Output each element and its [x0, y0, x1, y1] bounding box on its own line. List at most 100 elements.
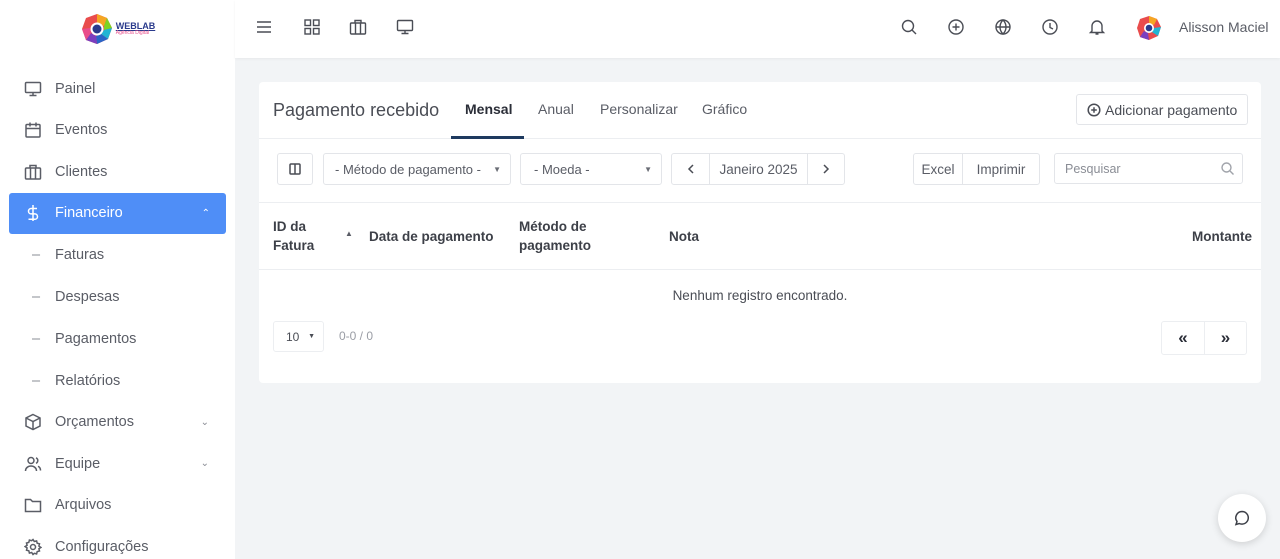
sidebar-item-eventos[interactable]: Eventos: [0, 110, 235, 152]
sidebar-item-label: Configurações: [55, 538, 149, 555]
chevron-up-icon: ⌃: [201, 207, 210, 219]
sidebar-item-financeiro[interactable]: Financeiro ⌃: [9, 192, 226, 234]
sidebar-item-label: Arquivos: [55, 497, 112, 514]
user-avatar[interactable]: [1136, 15, 1162, 41]
sidebar-subitem-despesas[interactable]: – Despesas: [0, 276, 235, 318]
col-payment-method-line1: Método de: [519, 219, 587, 234]
topbar: Alisson Maciel: [235, 0, 1280, 58]
dash-marker: –: [32, 288, 41, 305]
col-payment-date[interactable]: Data de pagamento: [369, 227, 494, 246]
tab-mensal[interactable]: Mensal: [465, 101, 512, 117]
sidebar: WEBLAB Agência Digital Painel Eventos Cl…: [0, 0, 235, 559]
sidebar-item-configuracoes[interactable]: Configurações: [0, 526, 235, 559]
page-size-select[interactable]: 10 ▼: [273, 321, 324, 352]
briefcase-icon: [24, 163, 42, 181]
sidebar-item-label: Financeiro: [55, 205, 123, 221]
briefcase-icon[interactable]: [348, 17, 368, 37]
grid-icon[interactable]: [302, 17, 322, 37]
sidebar-subitem-label: Despesas: [55, 288, 120, 305]
dash-marker: –: [32, 330, 41, 347]
page-title: Pagamento recebido: [273, 100, 440, 120]
sidebar-item-painel[interactable]: Painel: [0, 68, 235, 110]
calendar-icon: [24, 121, 42, 139]
sidebar-item-label: Painel: [55, 80, 96, 97]
print-button[interactable]: Imprimir: [962, 154, 1039, 184]
next-month-button[interactable]: [807, 154, 844, 184]
prev-month-button[interactable]: [672, 154, 709, 184]
logo-mark-icon: [80, 12, 114, 46]
sidebar-subitem-faturas[interactable]: – Faturas: [0, 234, 235, 276]
sidebar-item-orcamentos[interactable]: Orçamentos ⌄: [0, 402, 235, 444]
search-icon[interactable]: [899, 17, 919, 37]
sidebar-item-clientes[interactable]: Clientes: [0, 151, 235, 193]
bell-icon[interactable]: [1087, 17, 1107, 37]
col-invoice-id[interactable]: ID da Fatura: [273, 217, 314, 255]
dash-marker: –: [32, 372, 41, 389]
globe-icon[interactable]: [993, 17, 1013, 37]
col-payment-method[interactable]: Método de pagamento: [519, 217, 591, 255]
col-amount[interactable]: Montante: [1192, 227, 1252, 246]
users-icon: [24, 455, 42, 473]
col-invoice-id-line1: ID da: [273, 219, 307, 234]
page-size-value: 10: [286, 329, 300, 344]
empty-message: Nenhum registro encontrado.: [672, 287, 848, 303]
clock-icon[interactable]: [1040, 17, 1060, 37]
logo[interactable]: WEBLAB Agência Digital: [80, 12, 155, 46]
payment-method-select[interactable]: - Método de pagamento - ▼: [323, 153, 511, 185]
sidebar-subitem-relatorios[interactable]: – Relatórios: [0, 360, 235, 402]
pagination: 10 ▼ 0-0 / 0 « »: [259, 320, 1261, 380]
tab-anual[interactable]: Anual: [538, 101, 574, 117]
sidebar-item-label: Orçamentos: [55, 414, 134, 431]
sidebar-item-arquivos[interactable]: Arquivos: [0, 485, 235, 527]
menu-icon[interactable]: [254, 17, 274, 37]
tab-personalizar[interactable]: Personalizar: [600, 101, 678, 117]
dash-marker: –: [32, 246, 41, 263]
search-input[interactable]: [1055, 154, 1205, 183]
filter-bar: - Método de pagamento - ▼ - Moeda - ▼ Ja…: [259, 139, 1261, 203]
search-field[interactable]: [1054, 153, 1243, 184]
brand-tagline: Agência Digital: [115, 30, 150, 36]
export-group: Excel Imprimir: [913, 153, 1040, 185]
columns-icon: [289, 163, 301, 175]
sidebar-item-label: Clientes: [55, 163, 108, 180]
sidebar-item-label: Equipe: [55, 455, 101, 472]
sidebar-item-label: Eventos: [55, 122, 108, 139]
record-range: 0-0 / 0: [339, 329, 374, 343]
sidebar-subitem-label: Pagamentos: [55, 330, 137, 347]
card-header: Pagamento recebido Mensal Anual Personal…: [259, 82, 1261, 139]
currency-select[interactable]: - Moeda - ▼: [520, 153, 662, 185]
last-page-button[interactable]: »: [1204, 322, 1246, 354]
sidebar-subitem-label: Relatórios: [55, 372, 121, 389]
period-label: Janeiro 2025: [709, 154, 807, 184]
sidebar-nav: Painel Eventos Clientes Financeiro ⌃ – F…: [0, 58, 235, 559]
payments-card: Pagamento recebido Mensal Anual Personal…: [259, 82, 1261, 383]
plus-circle-icon[interactable]: [946, 17, 966, 37]
first-page-button[interactable]: «: [1162, 322, 1204, 354]
chat-bubble-icon: [1234, 510, 1250, 526]
excel-button[interactable]: Excel: [914, 154, 962, 184]
sort-asc-icon[interactable]: ▲: [345, 229, 353, 238]
caret-down-icon: ▼: [493, 164, 501, 174]
col-note[interactable]: Nota: [669, 227, 699, 246]
folder-icon: [24, 496, 42, 514]
sidebar-subitem-pagamentos[interactable]: – Pagamentos: [0, 318, 235, 360]
caret-down-icon: ▼: [308, 333, 315, 340]
tab-grafico[interactable]: Gráfico: [702, 101, 747, 117]
period-navigator: Janeiro 2025: [671, 153, 845, 185]
monitor-icon[interactable]: [395, 17, 415, 37]
add-payment-label: Adicionar pagamento: [1105, 101, 1238, 118]
box-icon: [24, 413, 42, 431]
chat-button[interactable]: [1218, 494, 1266, 542]
page-nav: « »: [1161, 321, 1247, 355]
logo-area: WEBLAB Agência Digital: [0, 0, 235, 58]
chevron-down-icon: ⌄: [200, 458, 209, 470]
column-toggle-button[interactable]: [277, 153, 313, 185]
payment-method-value: - Método de pagamento -: [335, 161, 481, 177]
search-icon: [1221, 162, 1234, 175]
dollar-icon: [24, 204, 42, 222]
user-name[interactable]: Alisson Maciel: [1179, 19, 1268, 35]
sidebar-item-equipe[interactable]: Equipe ⌄: [0, 443, 235, 485]
add-payment-button[interactable]: Adicionar pagamento: [1076, 94, 1249, 125]
monitor-icon: [24, 80, 42, 98]
caret-down-icon: ▼: [644, 164, 652, 174]
